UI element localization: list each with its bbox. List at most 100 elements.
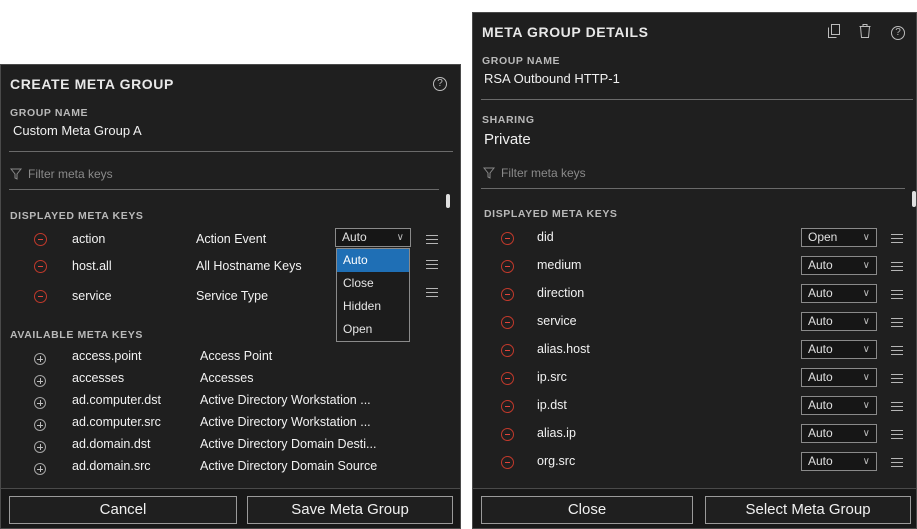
meta-key-name: ip.src	[537, 370, 567, 384]
displayed-key-row: action Action Event Auto ∨	[1, 228, 460, 250]
remove-circle-icon[interactable]	[34, 290, 47, 303]
available-key-row: accesses Accesses	[1, 369, 460, 391]
drag-handle-icon[interactable]	[426, 288, 438, 297]
remove-circle-icon[interactable]	[501, 456, 514, 469]
remove-circle-icon[interactable]	[34, 233, 47, 246]
meta-key-description: Active Directory Domain Desti...	[200, 437, 377, 451]
panel-title: META GROUP DETAILS	[482, 24, 649, 40]
drag-handle-icon[interactable]	[426, 235, 438, 244]
display-option-select[interactable]: Auto ∨	[801, 424, 877, 443]
filter-placeholder: Filter meta keys	[501, 166, 586, 180]
available-key-row: access.point Access Point	[1, 347, 460, 369]
save-meta-group-button[interactable]: Save Meta Group	[247, 496, 453, 524]
remove-circle-icon[interactable]	[501, 232, 514, 245]
meta-key-name: ad.domain.dst	[72, 437, 151, 451]
sharing-label: SHARING	[482, 114, 535, 126]
display-option-select[interactable]: Open ∨	[801, 228, 877, 247]
close-button[interactable]: Close	[481, 496, 693, 524]
chevron-down-icon: ∨	[862, 400, 870, 411]
group-name-input[interactable]: Custom Meta Group A	[13, 123, 142, 138]
remove-circle-icon[interactable]	[501, 316, 514, 329]
divider	[481, 188, 905, 189]
available-meta-keys-label: AVAILABLE META KEYS	[10, 329, 143, 341]
display-option-dropdown[interactable]: Auto Close Hidden Open	[336, 248, 410, 342]
help-icon[interactable]: ?	[433, 77, 447, 91]
drag-handle-icon[interactable]	[891, 458, 903, 467]
copy-icon[interactable]	[827, 24, 841, 40]
display-option-select[interactable]: Auto ∨	[801, 340, 877, 359]
drag-handle-icon[interactable]	[891, 318, 903, 327]
remove-circle-icon[interactable]	[34, 260, 47, 273]
add-circle-icon[interactable]	[34, 397, 46, 409]
filter-meta-keys-input[interactable]: Filter meta keys	[483, 166, 586, 180]
drag-handle-icon[interactable]	[891, 262, 903, 271]
display-option-select[interactable]: Auto ∨	[801, 452, 877, 471]
filter-icon	[10, 168, 22, 180]
meta-key-description: All Hostname Keys	[196, 259, 302, 273]
remove-circle-icon[interactable]	[501, 428, 514, 441]
select-value: Auto	[808, 454, 833, 468]
drag-handle-icon[interactable]	[891, 290, 903, 299]
dropdown-option[interactable]: Open	[337, 318, 409, 341]
select-value: Auto	[342, 230, 367, 244]
scrollbar-thumb[interactable]	[446, 194, 450, 208]
remove-circle-icon[interactable]	[501, 288, 514, 301]
add-circle-icon[interactable]	[34, 353, 46, 365]
chevron-down-icon: ∨	[396, 232, 404, 243]
add-circle-icon[interactable]	[34, 463, 46, 475]
chevron-down-icon: ∨	[862, 372, 870, 383]
scrollbar-thumb[interactable]	[912, 191, 916, 207]
display-option-select[interactable]: Auto ∨	[801, 396, 877, 415]
displayed-key-row: ip.dst Auto ∨	[473, 394, 916, 416]
panel-footer: Close Select Meta Group	[473, 488, 916, 528]
display-option-select[interactable]: Auto ∨	[801, 284, 877, 303]
panel-footer: Cancel Save Meta Group	[1, 488, 460, 528]
cancel-button[interactable]: Cancel	[9, 496, 237, 524]
drag-handle-icon[interactable]	[426, 260, 438, 269]
drag-handle-icon[interactable]	[891, 346, 903, 355]
display-option-select[interactable]: Auto ∨	[801, 256, 877, 275]
trash-icon[interactable]	[858, 24, 872, 40]
meta-key-name: direction	[537, 286, 585, 300]
add-circle-icon[interactable]	[34, 419, 46, 431]
displayed-key-row: medium Auto ∨	[473, 254, 916, 276]
meta-key-name: ad.domain.src	[72, 459, 151, 473]
meta-key-name: accesses	[72, 371, 125, 385]
filter-meta-keys-input[interactable]: Filter meta keys	[10, 167, 113, 181]
divider	[9, 189, 439, 190]
displayed-key-row: direction Auto ∨	[473, 282, 916, 304]
add-circle-icon[interactable]	[34, 441, 46, 453]
panel-title: CREATE META GROUP	[10, 76, 174, 92]
drag-handle-icon[interactable]	[891, 430, 903, 439]
chevron-down-icon: ∨	[862, 428, 870, 439]
select-meta-group-button[interactable]: Select Meta Group	[705, 496, 911, 524]
select-value: Open	[808, 230, 838, 244]
available-key-row: ad.computer.src Active Directory Worksta…	[1, 413, 460, 435]
drag-handle-icon[interactable]	[891, 402, 903, 411]
group-name-value: RSA Outbound HTTP-1	[484, 71, 620, 86]
chevron-down-icon: ∨	[862, 232, 870, 243]
remove-circle-icon[interactable]	[501, 344, 514, 357]
meta-key-description: Action Event	[196, 232, 267, 246]
dropdown-option[interactable]: Auto	[337, 249, 409, 272]
displayed-key-row: org.src Auto ∨	[473, 450, 916, 472]
dropdown-option[interactable]: Hidden	[337, 295, 409, 318]
meta-key-name: access.point	[72, 349, 142, 363]
meta-key-name: did	[537, 230, 554, 244]
display-option-select[interactable]: Auto ∨	[335, 228, 411, 247]
drag-handle-icon[interactable]	[891, 234, 903, 243]
meta-group-details-panel: META GROUP DETAILS ? GROUP NAME RSA Outb…	[472, 12, 917, 529]
display-option-select[interactable]: Auto ∨	[801, 312, 877, 331]
help-icon[interactable]: ?	[891, 26, 905, 40]
drag-handle-icon[interactable]	[891, 374, 903, 383]
remove-circle-icon[interactable]	[501, 260, 514, 273]
displayed-key-row: service Auto ∨	[473, 310, 916, 332]
divider	[481, 99, 913, 100]
display-option-select[interactable]: Auto ∨	[801, 368, 877, 387]
add-circle-icon[interactable]	[34, 375, 46, 387]
remove-circle-icon[interactable]	[501, 372, 514, 385]
remove-circle-icon[interactable]	[501, 400, 514, 413]
dropdown-option[interactable]: Close	[337, 272, 409, 295]
meta-key-description: Active Directory Workstation ...	[200, 415, 371, 429]
available-key-row: ad.computer.dst Active Directory Worksta…	[1, 391, 460, 413]
